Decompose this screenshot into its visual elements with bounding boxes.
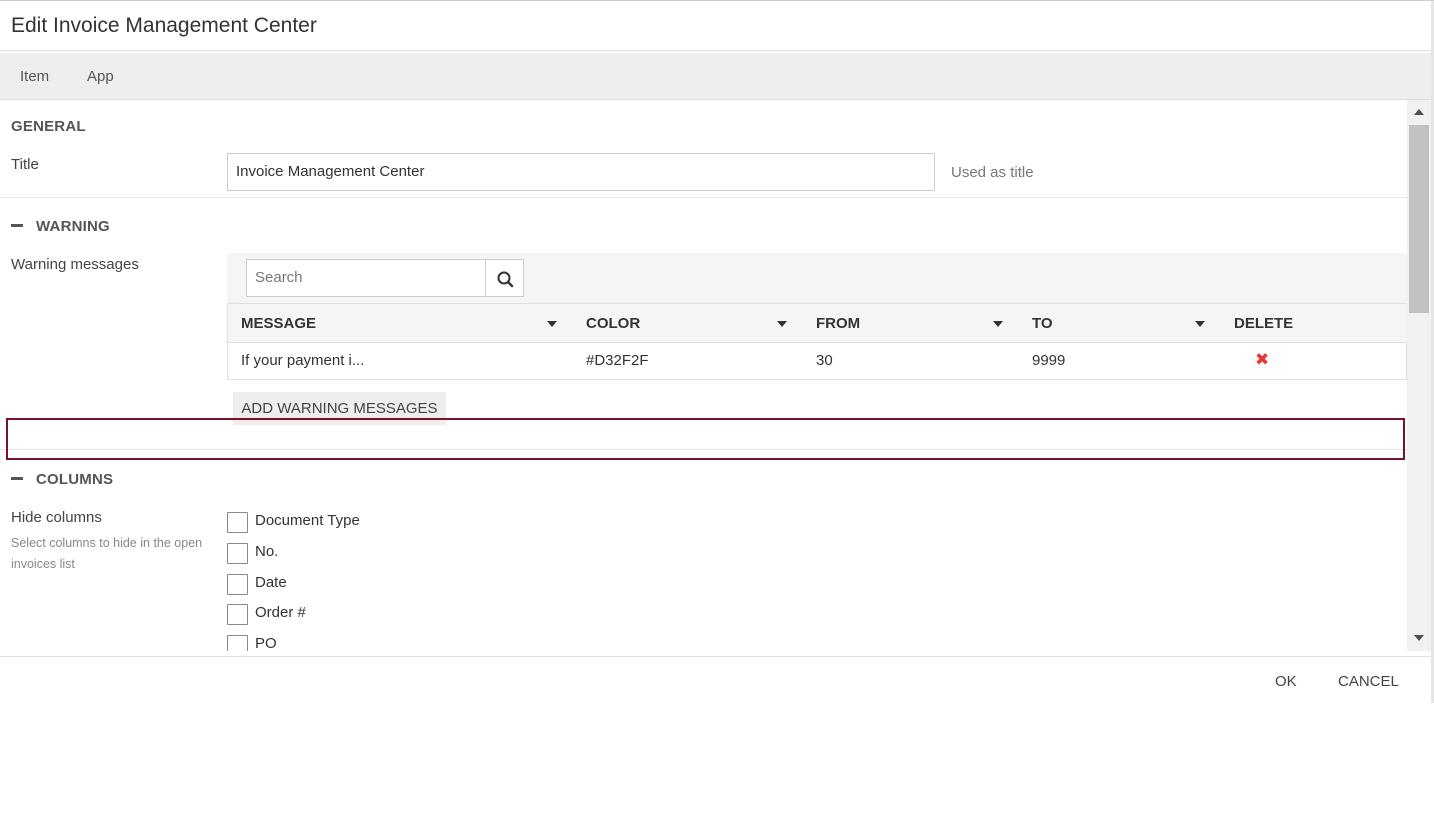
hide-columns-hint: Select columns to hide in the open invoi…	[11, 536, 203, 571]
caret-down-icon[interactable]	[1195, 321, 1205, 327]
checkbox-po[interactable]	[227, 635, 248, 651]
checkbox-label: Document Type	[255, 512, 360, 529]
title-hint: Used as title	[951, 164, 1034, 181]
menu-item-item[interactable]: Item	[20, 68, 49, 85]
edit-dialog: Edit Invoice Management Center Item App …	[0, 0, 1434, 703]
scroll-up-arrow-icon[interactable]	[1414, 109, 1424, 115]
checkbox-label: Order #	[255, 604, 306, 621]
hide-columns-label: Hide columns	[11, 509, 102, 526]
scrollbar-thumb[interactable]	[1409, 125, 1429, 313]
dialog-title: Edit Invoice Management Center	[11, 14, 317, 37]
cell-message: If your payment i...	[241, 352, 365, 369]
checkbox-label: PO	[255, 635, 277, 651]
scroll-down-arrow-icon[interactable]	[1414, 635, 1424, 641]
dialog-content: GENERAL Title Invoice Management Center …	[0, 100, 1407, 651]
grid-header: MESSAGE COLOR FROM TO DELETE	[227, 303, 1407, 343]
checkbox-no[interactable]	[227, 543, 248, 564]
dialog-footer: OK CANCEL	[0, 656, 1431, 703]
cell-to: 9999	[1032, 352, 1066, 369]
title-label: Title	[11, 156, 39, 173]
cell-from: 30	[816, 352, 833, 369]
search-button[interactable]	[485, 259, 524, 297]
close-icon[interactable]: ✖	[1255, 350, 1269, 370]
warning-heading[interactable]: WARNING	[36, 218, 110, 235]
column-header-color[interactable]: COLOR	[586, 315, 640, 332]
caret-down-icon[interactable]	[777, 321, 787, 327]
highlight-annotation-box	[6, 418, 1405, 460]
dialog-titlebar: Edit Invoice Management Center	[0, 1, 1431, 51]
menu-item-app[interactable]: App	[87, 68, 114, 85]
title-input[interactable]: Invoice Management Center	[227, 153, 935, 191]
grid-search-input[interactable]: Search	[246, 259, 486, 297]
column-header-delete: DELETE	[1234, 315, 1294, 332]
table-row[interactable]: If your payment i... #D32F2F 30 9999 ✖	[227, 343, 1407, 380]
general-heading: GENERAL	[11, 118, 86, 135]
ok-button[interactable]: OK	[1275, 673, 1297, 690]
column-header-from[interactable]: FROM	[816, 315, 860, 332]
warning-messages-grid: Search MESSAGE COLOR FROM TO DELETE If y…	[227, 253, 1407, 380]
caret-down-icon[interactable]	[993, 321, 1003, 327]
section-divider	[0, 197, 1407, 198]
vertical-scrollbar[interactable]	[1407, 100, 1431, 651]
search-icon	[497, 271, 514, 288]
cancel-button[interactable]: CANCEL	[1338, 673, 1399, 690]
column-header-to[interactable]: TO	[1032, 315, 1053, 332]
checkbox-label: Date	[255, 574, 287, 591]
minus-icon[interactable]	[11, 477, 23, 480]
checkbox-date[interactable]	[227, 574, 248, 595]
checkbox-label: No.	[255, 543, 279, 560]
columns-heading[interactable]: COLUMNS	[36, 471, 113, 488]
cell-color: #D32F2F	[586, 352, 649, 369]
caret-down-icon[interactable]	[547, 321, 557, 327]
checkbox-order[interactable]	[227, 604, 248, 625]
warning-messages-label: Warning messages	[11, 256, 139, 273]
checkbox-document-type[interactable]	[227, 512, 248, 533]
menu-bar: Item App	[0, 53, 1431, 100]
column-header-message[interactable]: MESSAGE	[241, 315, 316, 332]
minus-icon[interactable]	[11, 224, 23, 227]
